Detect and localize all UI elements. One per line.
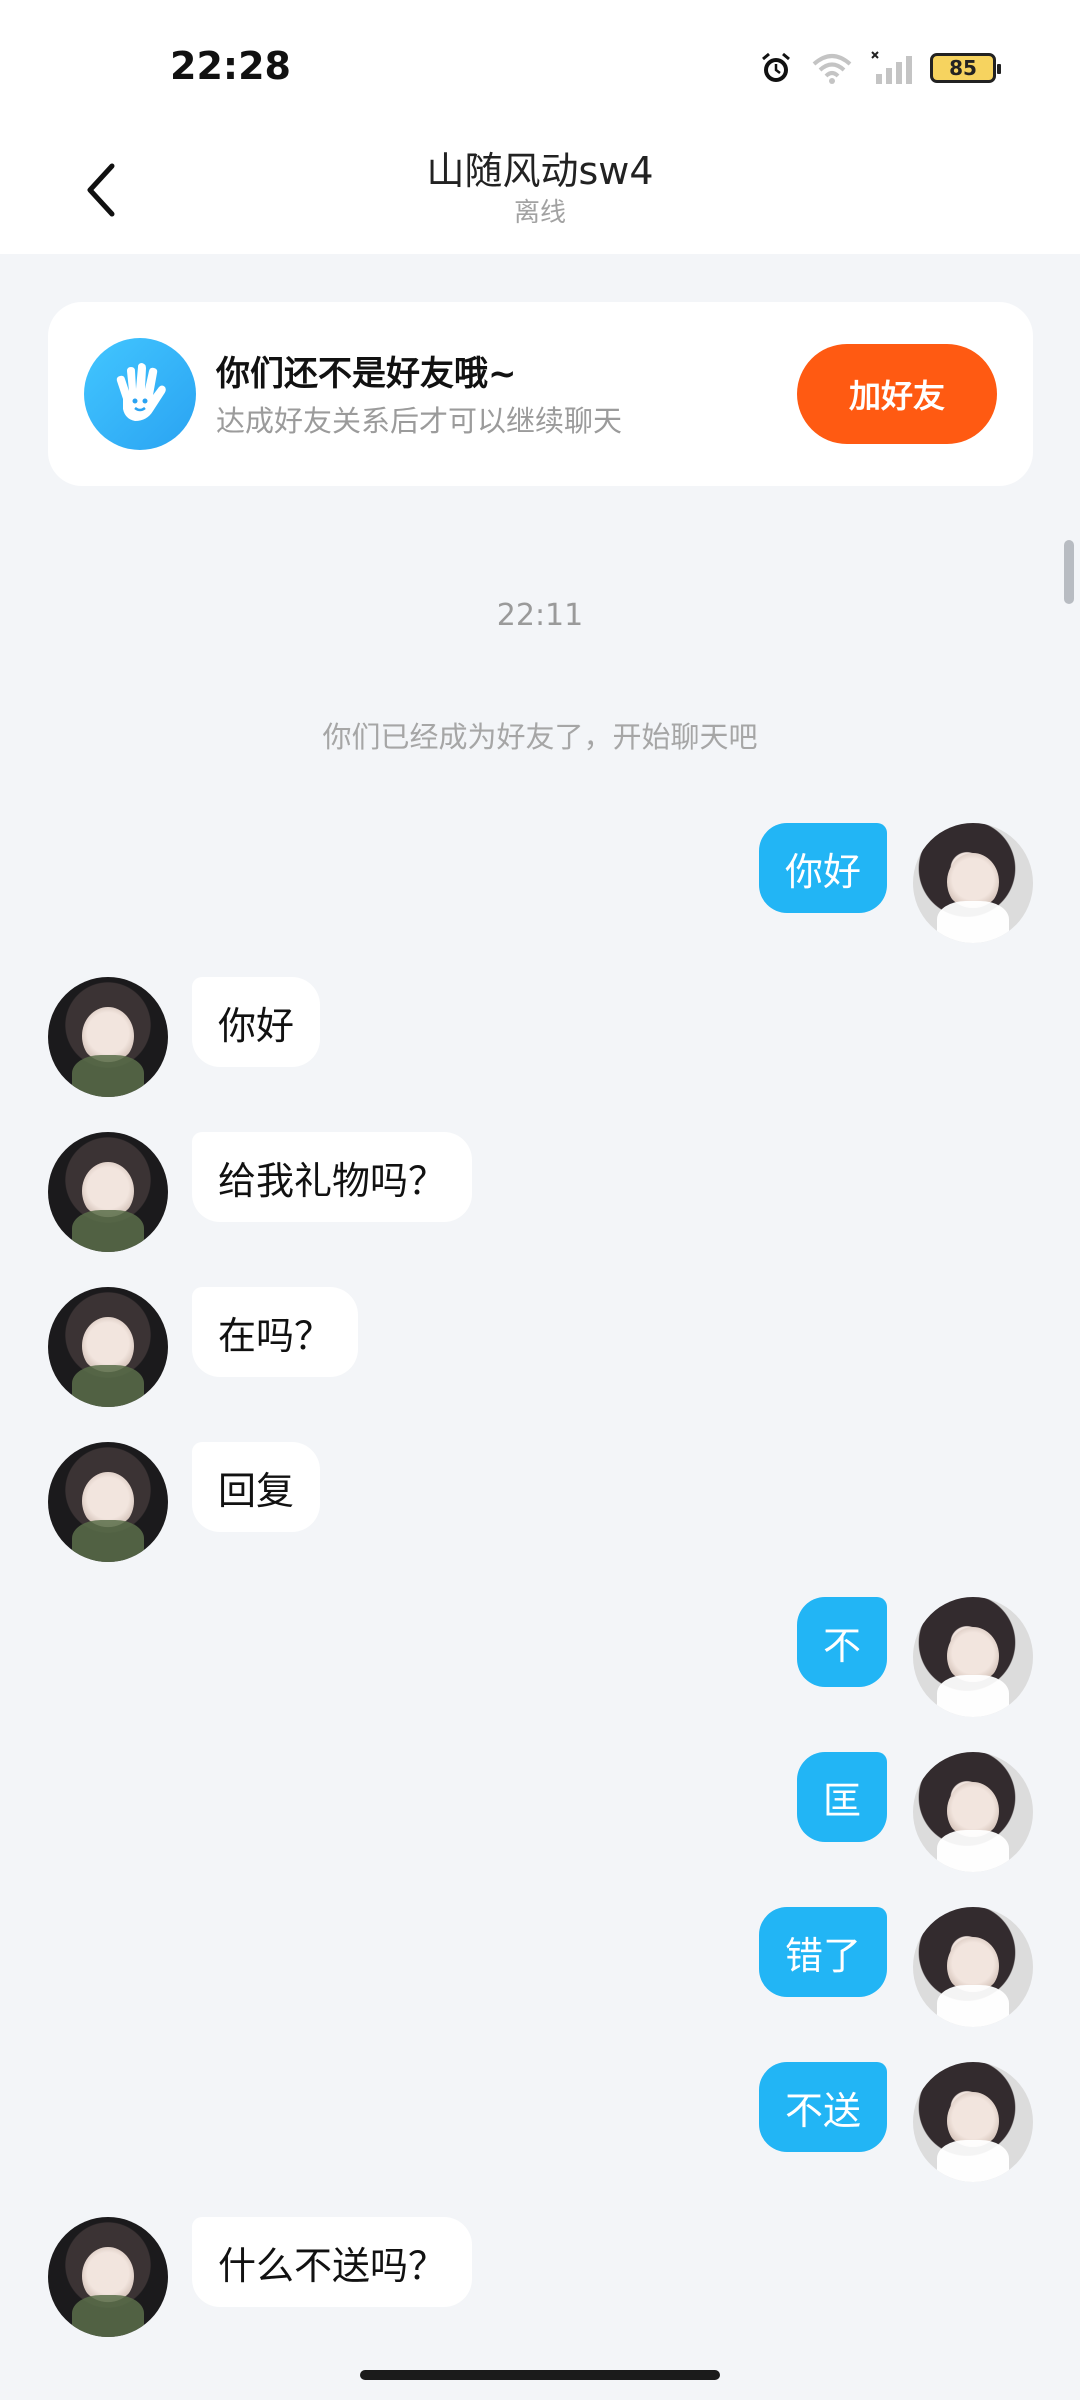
battery-indicator: 85 bbox=[930, 53, 1001, 83]
chat-screen: 22:28 85 山随风动sw4 离线 你们还不是好友哦~ 达成好友关系后才可以… bbox=[0, 0, 1080, 2400]
online-status: 离线 bbox=[513, 198, 566, 228]
avatar-contact[interactable] bbox=[48, 1132, 168, 1252]
avatar-self[interactable] bbox=[913, 1597, 1033, 1717]
avatar-contact[interactable] bbox=[48, 1442, 168, 1562]
chat-title: 山随风动sw4 bbox=[426, 149, 654, 193]
hand-wave-icon bbox=[84, 338, 196, 450]
message-bubble-incoming[interactable]: 你好 bbox=[192, 977, 321, 1067]
status-icons: 85 bbox=[758, 46, 1001, 90]
message-timestamp: 22:11 bbox=[496, 598, 584, 633]
status-time: 22:28 bbox=[170, 44, 291, 88]
system-message: 你们已经成为好友了，开始聊天吧 bbox=[322, 720, 758, 754]
scrollbar[interactable] bbox=[1064, 540, 1074, 604]
signal-icon bbox=[871, 51, 912, 84]
wifi-icon bbox=[812, 54, 852, 84]
avatar-contact[interactable] bbox=[48, 1287, 168, 1407]
message-bubble-incoming[interactable]: 什么不送吗？ bbox=[192, 2217, 473, 2307]
banner-title: 你们还不是好友哦~ bbox=[216, 354, 517, 394]
message-bubble-incoming[interactable]: 给我礼物吗？ bbox=[192, 1132, 473, 1222]
status-bar: 22:28 85 bbox=[0, 0, 1080, 130]
banner-subtitle: 达成好友关系后才可以继续聊天 bbox=[216, 404, 623, 438]
message-bubble-outgoing[interactable]: 不 bbox=[796, 1597, 887, 1687]
avatar-self[interactable] bbox=[913, 1752, 1033, 1872]
not-friend-banner: 你们还不是好友哦~ 达成好友关系后才可以继续聊天 加好友 bbox=[48, 302, 1033, 486]
avatar-self[interactable] bbox=[913, 823, 1033, 943]
avatar-self[interactable] bbox=[913, 1907, 1033, 2027]
message-bubble-outgoing[interactable]: 匡 bbox=[796, 1752, 887, 1842]
message-bubble-outgoing[interactable]: 错了 bbox=[758, 1907, 887, 1997]
avatar-contact[interactable] bbox=[48, 2217, 168, 2337]
chat-header: 山随风动sw4 离线 bbox=[0, 130, 1080, 254]
message-bubble-outgoing[interactable]: 你好 bbox=[758, 823, 887, 913]
message-bubble-outgoing[interactable]: 不送 bbox=[758, 2062, 887, 2152]
message-bubble-incoming[interactable]: 在吗？ bbox=[192, 1287, 359, 1377]
message-bubble-incoming[interactable]: 回复 bbox=[192, 1442, 321, 1532]
avatar-self[interactable] bbox=[913, 2062, 1033, 2182]
add-friend-button[interactable]: 加好友 bbox=[797, 344, 997, 444]
avatar-contact[interactable] bbox=[48, 977, 168, 1097]
home-indicator[interactable] bbox=[360, 2370, 720, 2380]
alarm-icon bbox=[762, 52, 790, 82]
